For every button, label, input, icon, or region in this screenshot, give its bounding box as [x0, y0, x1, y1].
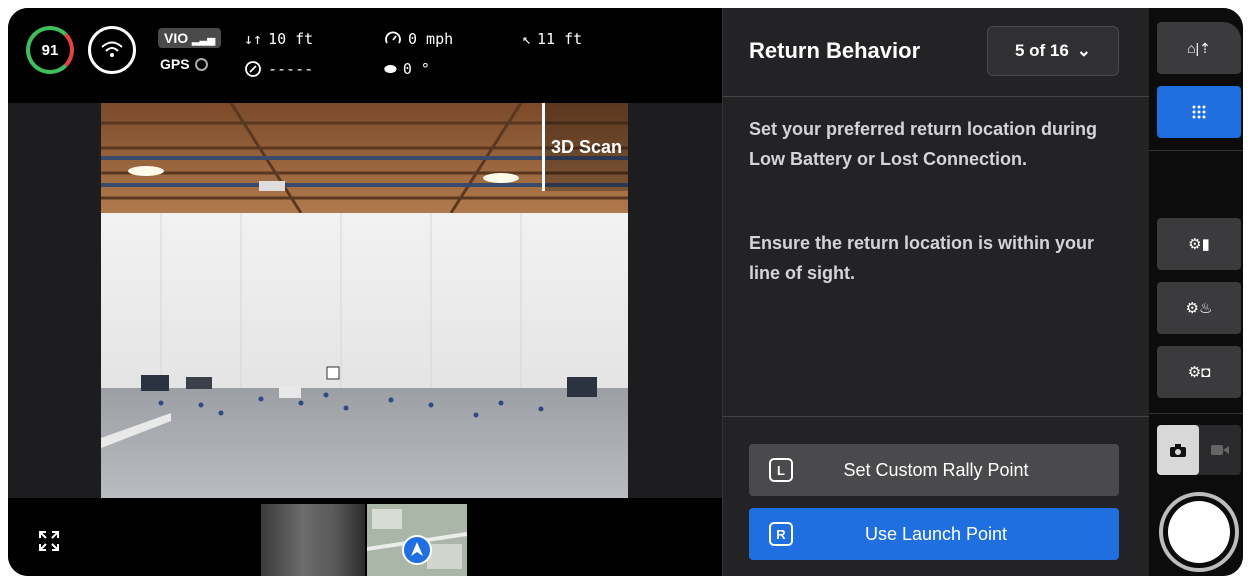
- view-right-margin: [628, 103, 722, 498]
- bottom-bar: [8, 498, 722, 576]
- compass-icon: [245, 61, 261, 77]
- capture-mode-toggle[interactable]: [1157, 425, 1241, 475]
- key-l-icon: L: [769, 458, 793, 482]
- button-label: Set Custom Rally Point: [843, 459, 1029, 480]
- gps-status: GPS: [160, 56, 208, 72]
- battery-indicator[interactable]: 91: [26, 26, 74, 74]
- battery-level: 91: [41, 41, 59, 59]
- mode-label[interactable]: 3D Scan: [542, 103, 628, 191]
- view-left-margin: [8, 103, 101, 498]
- speedometer-icon: [385, 31, 401, 44]
- rail-divider: [1149, 150, 1243, 151]
- panel-title: Return Behavior: [749, 38, 921, 63]
- set-custom-rally-point-button[interactable]: L Set Custom Rally Point: [749, 444, 1119, 496]
- gps-signal-icon: [194, 57, 208, 71]
- scan-settings-icon: ⚙▮: [1188, 236, 1210, 253]
- camera-settings-icon: ⚙◘: [1187, 364, 1211, 381]
- divider: [723, 96, 1150, 97]
- altitude-icon: ↓↑: [244, 30, 263, 48]
- wifi-icon[interactable]: [88, 26, 136, 74]
- altitude-readout: ↓↑ 10 ft: [244, 30, 314, 48]
- photo-mode-icon[interactable]: [1157, 425, 1199, 475]
- video-mode-icon[interactable]: [1199, 425, 1241, 475]
- rail-divider: [1149, 413, 1243, 414]
- home-return-icon: ⌂|⇡: [1187, 39, 1211, 56]
- step-pager-dropdown[interactable]: 5 of 16 ⌄: [987, 26, 1119, 76]
- drone-controller-screen: 91 VIO ▂▃▅ GPS ↓↑ 10 ft ----- 0 mph ⬬ 0 ° …: [8, 8, 1243, 576]
- gimbal-icon: ⬬: [384, 60, 397, 78]
- shutter-core: [1168, 501, 1230, 563]
- home-return-button[interactable]: ⌂|⇡: [1157, 22, 1241, 74]
- scan-settings-button[interactable]: ⚙▮: [1157, 218, 1241, 270]
- distance-icon: ↖: [522, 30, 532, 48]
- thermal-thumbnail[interactable]: [261, 504, 365, 576]
- speed-readout: 0 mph: [384, 30, 453, 48]
- description-text: Set your preferred return location durin…: [749, 119, 1098, 169]
- fire-settings-icon: ⚙♨: [1185, 300, 1213, 317]
- map-thumbnail[interactable]: [367, 504, 467, 576]
- grid-icon: [1192, 105, 1206, 119]
- heading-readout: -----: [244, 60, 313, 78]
- shutter-button[interactable]: [1159, 492, 1239, 572]
- grid-button[interactable]: [1157, 86, 1241, 138]
- expand-icon[interactable]: [38, 530, 60, 552]
- key-r-icon: R: [769, 522, 793, 546]
- camera-settings-button[interactable]: ⚙◘: [1157, 346, 1241, 398]
- distance-readout: ↖ 11 ft: [522, 30, 583, 48]
- pager-label: 5 of 16: [1014, 41, 1069, 60]
- telemetry-hud: 91 VIO ▂▃▅ GPS ↓↑ 10 ft ----- 0 mph ⬬ 0 ° …: [8, 8, 722, 103]
- chevron-down-icon: ⌄: [1076, 41, 1092, 60]
- return-behavior-panel: Return Behavior 5 of 16 ⌄ Set your prefe…: [722, 8, 1150, 576]
- button-label: Use Launch Point: [864, 523, 1008, 544]
- vio-badge: VIO ▂▃▅: [158, 28, 222, 48]
- use-launch-point-button[interactable]: R Use Launch Point: [749, 508, 1119, 560]
- line-of-sight-text: Ensure the return location is within you…: [749, 233, 1095, 283]
- fire-settings-button[interactable]: ⚙♨: [1157, 282, 1241, 334]
- gimbal-readout: ⬬ 0 °: [384, 60, 430, 78]
- divider: [723, 416, 1150, 417]
